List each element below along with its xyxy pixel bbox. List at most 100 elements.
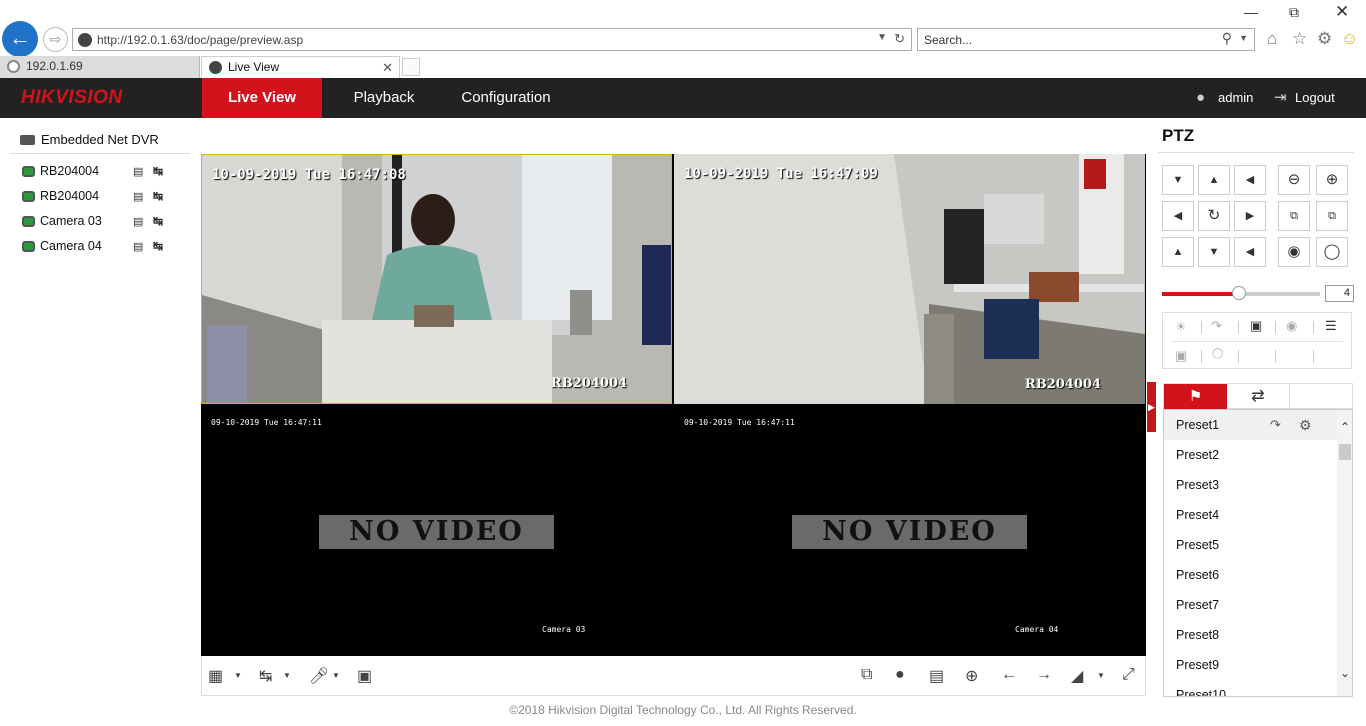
lens-init-icon[interactable]: ◉ (1286, 318, 1297, 334)
ptz-right-down-icon[interactable]: ◀ (1234, 237, 1266, 267)
address-dropdown-icon[interactable]: ▼ (877, 32, 887, 43)
search-input[interactable]: Search... ⚲ ▼ (917, 28, 1255, 51)
ptz-right-icon[interactable]: ▶ (1234, 201, 1266, 231)
preset-item[interactable]: Preset5 (1164, 530, 1337, 560)
preset-scrollbar[interactable]: ⌃ ⌄ (1337, 410, 1352, 696)
close-tab-icon[interactable]: ✕ (382, 57, 393, 78)
record-icon[interactable]: ▤ (133, 215, 143, 228)
preset-item[interactable]: Preset2 (1164, 440, 1337, 470)
search-icon[interactable]: ⚲ (1222, 30, 1232, 47)
speed-slider-handle[interactable] (1232, 286, 1246, 300)
video-tile-1[interactable]: 10-09-2019 Tue 16:47:08 RB204004 (201, 154, 672, 404)
home-icon[interactable]: ⌂ (1267, 29, 1277, 49)
light-icon[interactable]: ☀ (1175, 319, 1187, 335)
auxiliary-focus-icon[interactable]: ▣ (1250, 318, 1262, 334)
dropdown-arrow-icon[interactable]: ▼ (1097, 671, 1105, 680)
dropdown-arrow-icon[interactable]: ▼ (332, 671, 340, 680)
nav-configuration[interactable]: Configuration (452, 78, 560, 118)
stream-settings-icon[interactable]: ↹ (153, 189, 163, 203)
ptz-right-up-icon[interactable]: ◀ (1234, 165, 1266, 195)
ptz-left-up-icon[interactable]: ▼ (1162, 165, 1194, 195)
tab-preset-flag-icon[interactable]: ⚑ (1164, 384, 1227, 409)
zoom-in-icon[interactable]: ⊕ (965, 666, 978, 686)
ptz-down-icon[interactable]: ▼ (1198, 237, 1230, 267)
tab-patrol-icon[interactable]: ⇄ (1227, 384, 1290, 409)
dropdown-arrow-icon[interactable]: ▼ (283, 671, 291, 680)
iris-close-icon[interactable]: ◯ (1316, 237, 1348, 267)
camera-item[interactable]: RB204004 ▤ ↹ (22, 188, 182, 208)
scrollbar-thumb[interactable] (1339, 444, 1351, 460)
record-icon[interactable]: ▤ (133, 240, 143, 253)
ptz-left-down-icon[interactable]: ▲ (1162, 237, 1194, 267)
preset-item[interactable]: Preset10 (1164, 680, 1337, 696)
nav-live-view[interactable]: Live View (202, 78, 322, 118)
fullscreen-icon[interactable]: ⤢ (1122, 666, 1135, 684)
logout-button[interactable]: Logout (1295, 90, 1335, 105)
logout-icon[interactable]: ⇥ (1274, 88, 1287, 106)
video-tile-2[interactable]: 10-09-2019 Tue 16:47:09 RB204004 (674, 154, 1145, 404)
focus-far-icon[interactable]: ⧉ (1316, 201, 1348, 231)
preset-item[interactable]: Preset6 (1164, 560, 1337, 590)
wiper-icon[interactable]: ↷ (1211, 318, 1222, 334)
video-tile-4[interactable]: 09-10-2019 Tue 16:47:11 NO VIDEO Camera … (674, 406, 1145, 656)
camera-item[interactable]: Camera 04 ▤ ↹ (22, 238, 182, 258)
new-tab-button[interactable] (402, 58, 420, 76)
set-preset-gear-icon[interactable]: ⚙ (1299, 410, 1312, 440)
call-preset-icon[interactable]: ↷ (1270, 410, 1281, 440)
ptz-auto-scan-icon[interactable]: ↻ (1198, 201, 1230, 231)
preset-item[interactable]: Preset1 ↷ ⚙ (1164, 410, 1337, 440)
stream-settings-icon[interactable]: ↹ (153, 214, 163, 228)
stream-settings-icon[interactable]: ↹ (153, 239, 163, 253)
back-button[interactable]: ← (2, 21, 38, 57)
stop-all-preview-icon[interactable]: ⧉ (861, 666, 872, 684)
ezoom-icon[interactable]: ▣ (357, 666, 372, 686)
zoom-out-icon[interactable]: ⊖ (1278, 165, 1310, 195)
address-bar[interactable]: http://192.0.1.63/doc/page/preview.asp ▼… (72, 28, 912, 51)
device-tree-root[interactable]: Embedded Net DVR (20, 132, 159, 150)
menu-icon[interactable]: ☰ (1325, 318, 1337, 334)
record-icon[interactable]: ▤ (133, 165, 143, 178)
favorites-star-icon[interactable]: ☆ (1292, 29, 1307, 49)
stream-settings-icon[interactable]: ↹ (153, 164, 163, 178)
focus-near-icon[interactable]: ⧉ (1278, 201, 1310, 231)
camera-item[interactable]: RB204004 ▤ ↹ (22, 163, 182, 183)
microphone-icon[interactable]: 🎤︎ (309, 666, 329, 686)
preset-item[interactable]: Preset8 (1164, 620, 1337, 650)
camera-item[interactable]: Camera 03 ▤ ↹ (22, 213, 182, 233)
close-window-icon[interactable]: ✕ (1335, 2, 1349, 22)
preset-item[interactable]: Preset3 (1164, 470, 1337, 500)
refresh-icon[interactable]: ↻ (894, 31, 905, 47)
next-page-icon[interactable]: → (1036, 666, 1052, 684)
tab-device-ip[interactable]: 192.0.1.69 (0, 56, 200, 78)
3d-positioning-icon[interactable]: ◯ (1212, 348, 1223, 359)
restore-icon[interactable]: ⧉ (1289, 4, 1299, 21)
tab-live-view[interactable]: Live View ✕ (201, 56, 400, 78)
preset-item[interactable]: Preset4 (1164, 500, 1337, 530)
iris-open-icon[interactable]: ◉ (1278, 237, 1310, 267)
ptz-up-icon[interactable]: ▲ (1198, 165, 1230, 195)
video-tile-3[interactable]: 09-10-2019 Tue 16:47:11 NO VIDEO Camera … (201, 406, 672, 656)
volume-muted-icon[interactable]: ◢ (1071, 666, 1083, 686)
nav-playback[interactable]: Playback (344, 78, 424, 118)
preset-item[interactable]: Preset7 (1164, 590, 1337, 620)
previous-page-icon[interactable]: ← (1001, 666, 1017, 684)
smiley-feedback-icon[interactable]: ☺ (1341, 29, 1358, 49)
dropdown-arrow-icon[interactable]: ▼ (234, 671, 242, 680)
manual-tracking-icon[interactable]: ▣ (1175, 348, 1187, 364)
scroll-up-icon[interactable]: ⌃ (1337, 420, 1352, 434)
settings-gear-icon[interactable]: ⚙ (1317, 29, 1332, 49)
stream-type-icon[interactable]: ↹ (259, 666, 272, 686)
ptz-speed-slider[interactable] (1162, 286, 1320, 300)
ptz-left-icon[interactable]: ◀ (1162, 201, 1194, 231)
scroll-down-icon[interactable]: ⌄ (1337, 666, 1352, 680)
capture-icon[interactable]: ● (895, 666, 905, 684)
collapse-panel-handle[interactable]: ▶ (1147, 382, 1156, 432)
search-dropdown-icon[interactable]: ▼ (1239, 33, 1248, 43)
forward-button[interactable]: ⇨ (43, 27, 68, 52)
zoom-in-icon[interactable]: ⊕ (1316, 165, 1348, 195)
minimize-icon[interactable]: — (1244, 4, 1258, 20)
record-all-icon[interactable]: ▤ (929, 666, 944, 686)
preset-item[interactable]: Preset9 (1164, 650, 1337, 680)
window-layout-icon[interactable]: ▦ (208, 666, 223, 686)
record-icon[interactable]: ▤ (133, 190, 143, 203)
